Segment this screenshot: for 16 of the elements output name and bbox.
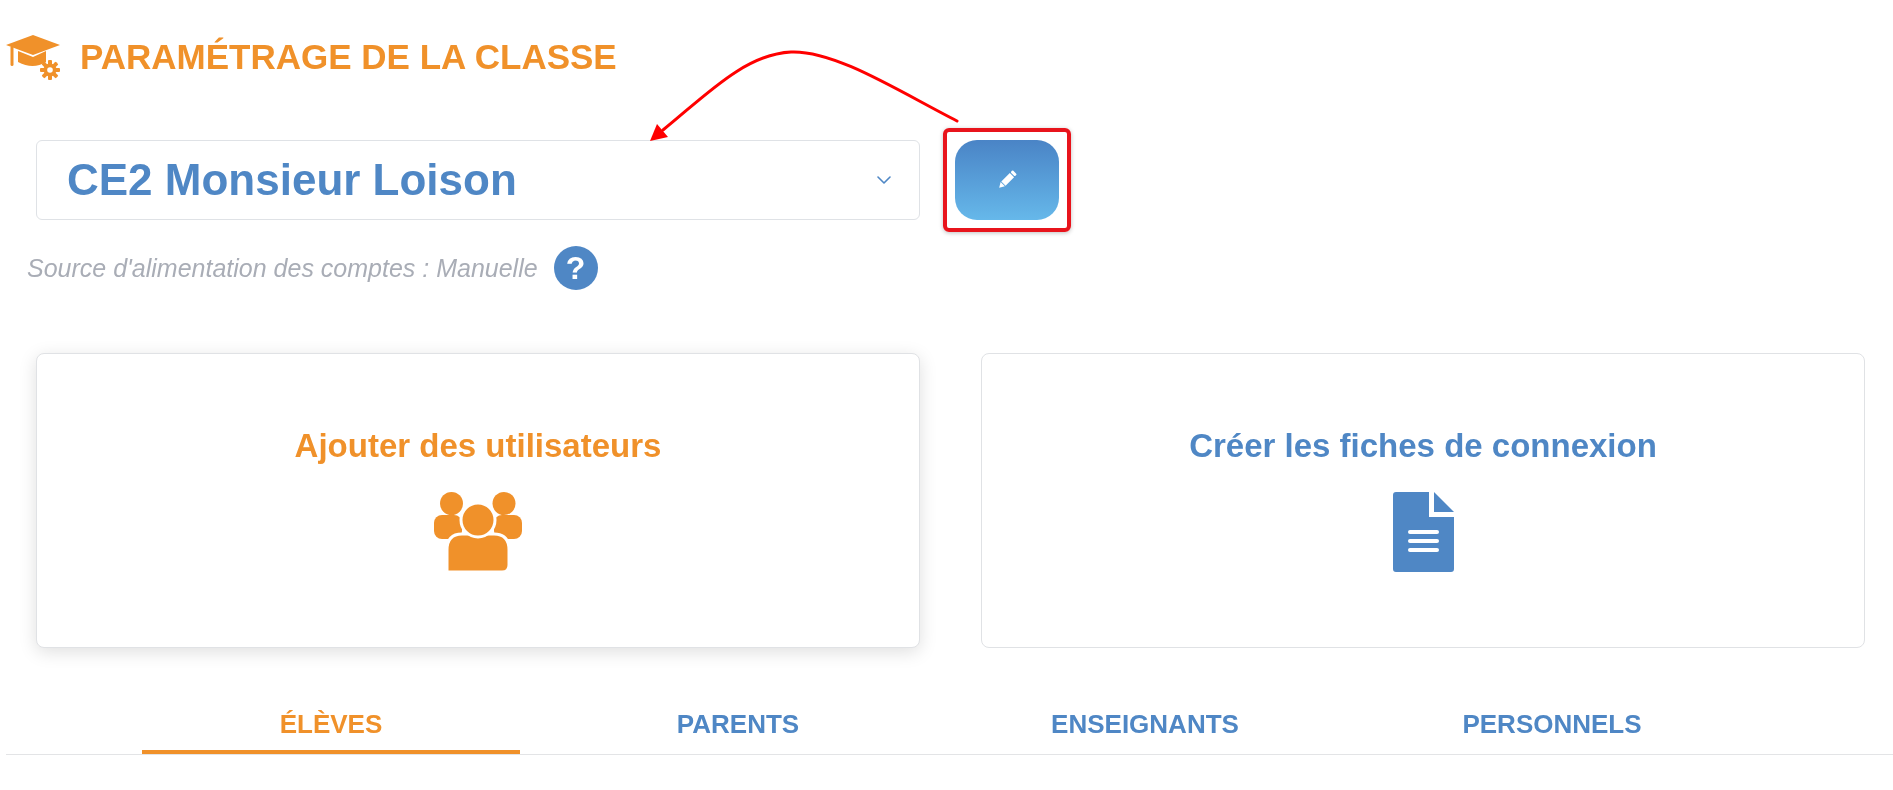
help-button[interactable]: ?: [553, 246, 598, 290]
action-card[interactable]: Créer les fiches de connexion: [981, 353, 1865, 648]
graduation-cap-gear-icon: [6, 33, 60, 80]
edit-button[interactable]: [955, 140, 1059, 220]
action-card[interactable]: Ajouter des utilisateurs: [36, 353, 920, 648]
tab[interactable]: PARENTS: [549, 696, 927, 754]
tab[interactable]: ÉLÈVES: [142, 696, 520, 754]
chevron-down-icon: [877, 176, 891, 184]
class-select[interactable]: CE2 Monsieur Loison: [36, 140, 920, 220]
tab[interactable]: ENSEIGNANTS: [956, 696, 1334, 754]
card-title: Ajouter des utilisateurs: [294, 429, 662, 462]
tab[interactable]: PERSONNELS: [1363, 696, 1741, 754]
pencil-icon: [996, 169, 1018, 191]
card-title: Créer les fiches de connexion: [1189, 429, 1657, 462]
source-note: Source d'alimentation des comptes : Manuelle: [27, 255, 538, 281]
page-title: PARAMÉTRAGE DE LA CLASSE: [80, 39, 617, 74]
